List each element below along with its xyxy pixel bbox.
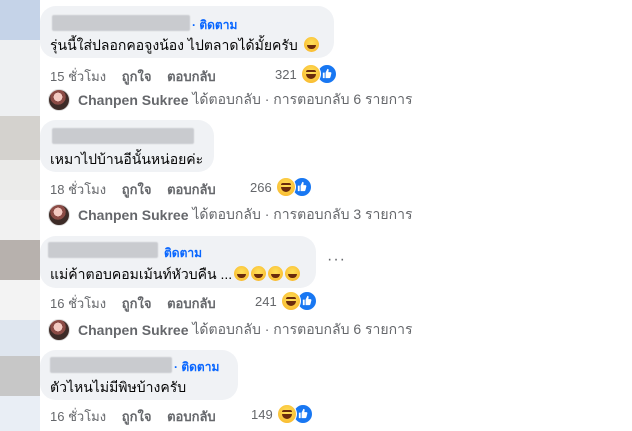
reply-summary[interactable]: Chanpen Sukree ได้ตอบกลับ · การตอบกลับ 6… [48,319,412,341]
comment-timestamp[interactable]: 16 ชั่วโมง [50,409,106,424]
image-tile [0,116,40,160]
reply-count-text[interactable]: ได้ตอบกลับ · การตอบกลับ 6 รายการ [192,319,412,341]
comment-text: รุ่นนี้ใส่ปลอกคอจูงน้อง ไปตลาดได้มั้ยครั… [50,35,319,57]
comment-timestamp[interactable]: 18 ชั่วโมง [50,182,106,197]
comment-meta: 16 ชั่วโมง ถูกใจ ตอบกลับ [50,406,228,427]
profile-avatar[interactable] [48,319,70,341]
like-button[interactable]: ถูกใจ [122,69,152,84]
comment-bubble: เหมาไปบ้านอีนั้นหน่อยค่ะ [40,120,214,172]
image-tile [0,0,40,40]
commenter-name-redacted[interactable] [52,128,194,144]
reply-count-text[interactable]: ได้ตอบกลับ · การตอบกลับ 6 รายการ [192,89,412,111]
follow-link[interactable]: · ติดตาม [174,358,219,377]
comment-timestamp[interactable]: 15 ชั่วโมง [50,69,106,84]
image-tile [0,200,40,240]
replier-name[interactable]: Chanpen Sukree [78,92,188,108]
haha-emoji-icon [300,64,321,84]
comment-text: แม่ค้าตอบคอมเม้นท์หัวบคืน ... [50,264,301,286]
like-button[interactable]: ถูกใจ [122,409,152,424]
reaction-count: 266 [250,179,272,195]
comment-text: เหมาไปบ้านอีนั้นหน่อยค่ะ [50,151,204,167]
follow-link[interactable]: ติดตาม [164,244,202,263]
image-tile [0,280,40,320]
reaction-count: 321 [275,66,297,82]
comment-timestamp[interactable]: 16 ชั่วโมง [50,296,106,311]
like-button[interactable]: ถูกใจ [122,182,152,197]
reaction-summary[interactable]: 149 [251,404,313,424]
replier-name[interactable]: Chanpen Sukree [78,207,188,223]
commenter-name-redacted[interactable] [48,242,158,258]
profile-avatar[interactable] [48,204,70,226]
comment-bubble: ติดตาม แม่ค้าตอบคอมเม้นท์หัวบคืน ... [40,236,316,288]
comment-bubble: · ติดตาม รุ่นนี้ใส่ปลอกคอจูงน้อง ไปตลาดไ… [40,6,334,58]
haha-emoji-icon [276,404,297,424]
reaction-summary[interactable]: 321 [275,64,337,84]
haha-emoji-icon [275,177,296,197]
image-tile [0,240,40,280]
comment-meta: 16 ชั่วโมง ถูกใจ ตอบกลับ [50,293,228,314]
reaction-summary[interactable]: 241 [255,291,317,311]
replier-name[interactable]: Chanpen Sukree [78,322,188,338]
reply-button[interactable]: ตอบกลับ [167,182,216,197]
rofl-emoji-icon [251,266,267,281]
comment-text: ตัวไหนไม่มีพิษบ้างครับ [50,379,187,395]
comment-meta: 18 ชั่วโมง ถูกใจ ตอบกลับ [50,179,228,200]
rofl-emoji-icon [285,266,301,281]
profile-avatar[interactable] [48,89,70,111]
comment-meta: 15 ชั่วโมง ถูกใจ ตอบกลับ [50,66,228,87]
rofl-emoji-icon [268,266,284,281]
like-button[interactable]: ถูกใจ [122,296,152,311]
image-tile [0,40,40,116]
post-image-strip [0,0,40,431]
haha-emoji-icon [280,291,301,311]
comment-bubble: · ติดตาม ตัวไหนไม่มีพิษบ้างครับ [40,350,238,400]
reply-summary[interactable]: Chanpen Sukree ได้ตอบกลับ · การตอบกลับ 3… [48,204,412,226]
grinning-emoji-icon [303,37,319,52]
image-tile [0,356,40,396]
commenter-name-redacted[interactable] [50,357,172,373]
reaction-summary[interactable]: 266 [250,177,312,197]
reaction-count: 241 [255,293,277,309]
commenter-name-redacted[interactable] [52,15,190,31]
reply-button[interactable]: ตอบกลับ [167,296,216,311]
reply-summary[interactable]: Chanpen Sukree ได้ตอบกลับ · การตอบกลับ 6… [48,89,412,111]
reply-button[interactable]: ตอบกลับ [167,69,216,84]
follow-link[interactable]: · ติดตาม [192,16,237,35]
reply-button[interactable]: ตอบกลับ [167,409,216,424]
more-options-icon[interactable]: ··· [327,251,346,269]
reaction-count: 149 [251,406,273,422]
image-tile [0,160,40,200]
image-tile [0,396,40,431]
reply-count-text[interactable]: ได้ตอบกลับ · การตอบกลับ 3 รายการ [192,204,412,226]
rofl-emoji-icon [234,266,250,281]
image-tile [0,320,40,356]
